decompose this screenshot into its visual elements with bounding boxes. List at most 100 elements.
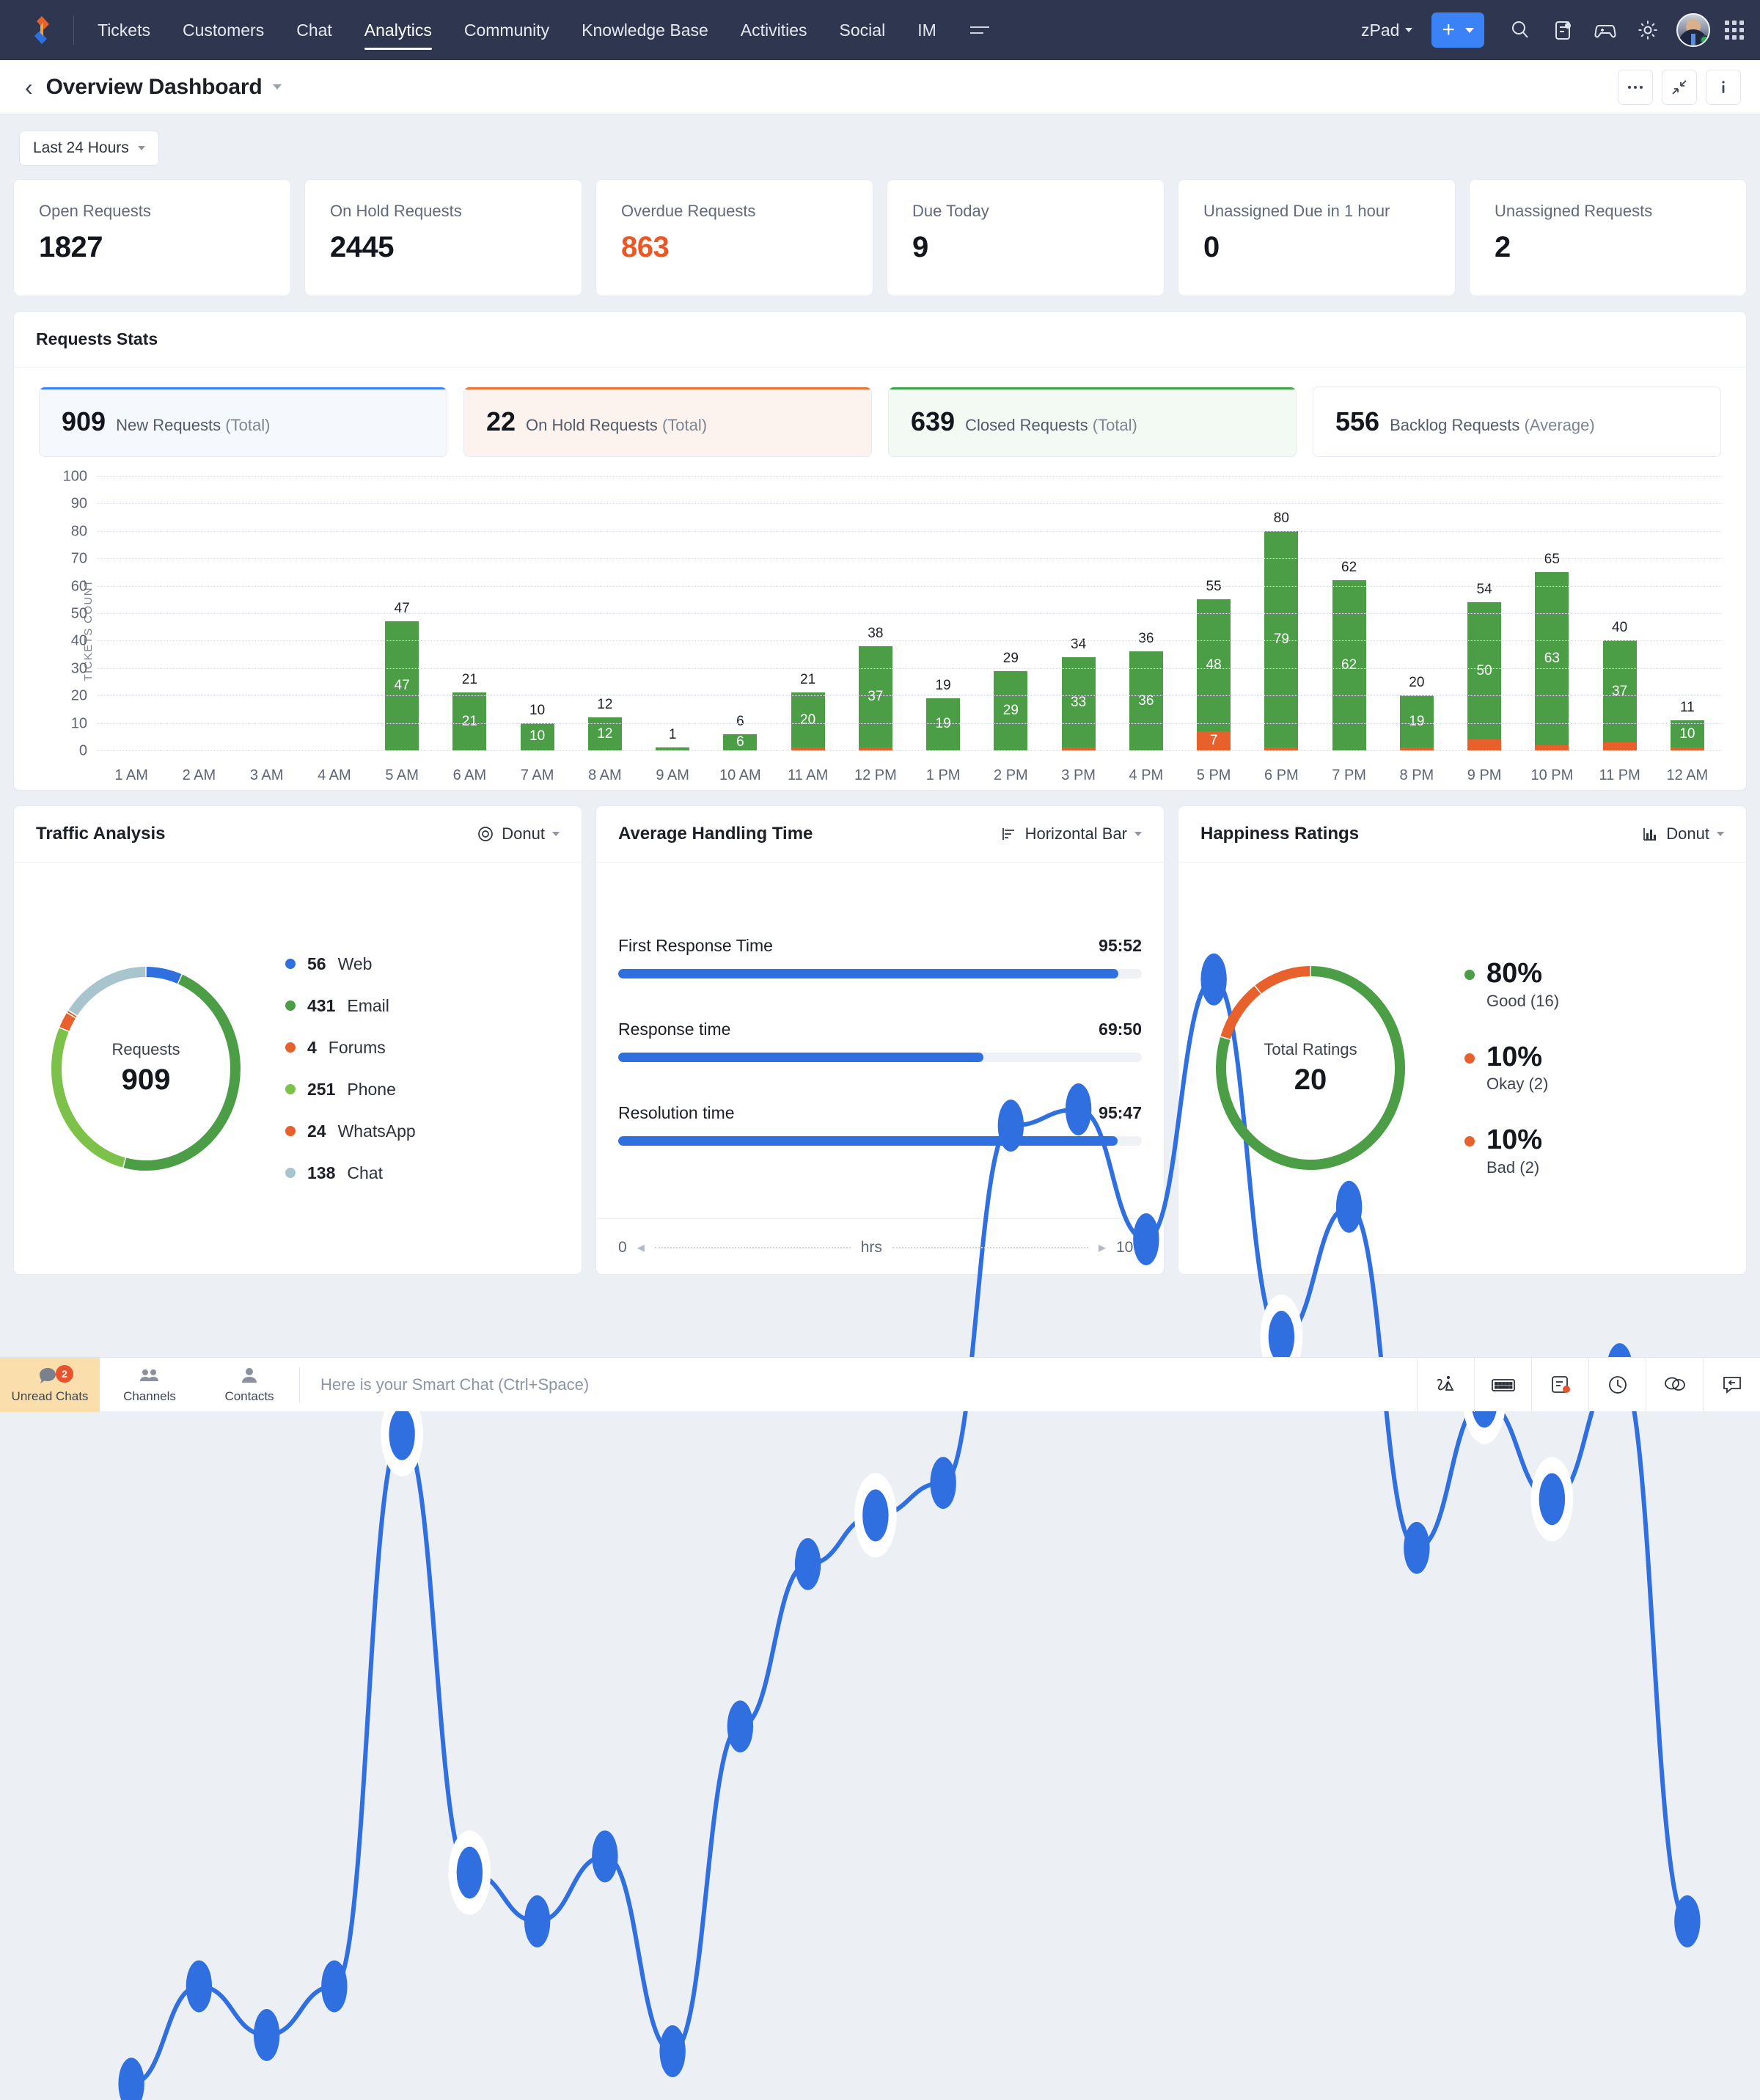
footer-tab-unread-chats[interactable]: 2 Unread Chats	[0, 1358, 100, 1412]
chat-icon[interactable]	[1646, 1358, 1703, 1412]
kpi-card-overdue-requests[interactable]: Overdue Requests 863	[595, 179, 873, 296]
legend-item[interactable]: 251Phone	[285, 1080, 416, 1100]
chart-bar[interactable]: 48755	[1197, 599, 1231, 750]
info-button[interactable]	[1706, 70, 1741, 105]
legend-color-dot	[285, 959, 296, 969]
avatar[interactable]	[1676, 13, 1710, 47]
notes-alert-icon[interactable]	[1531, 1358, 1588, 1412]
chart-line-point[interactable]	[1674, 1895, 1700, 1947]
kpi-card-on-hold-requests[interactable]: On Hold Requests 2445	[304, 179, 582, 296]
chart-line-point[interactable]	[727, 1700, 753, 1752]
kpi-card-unassigned-due-1-hour[interactable]: Unassigned Due in 1 hour 0	[1178, 179, 1456, 296]
chart-bar[interactable]: 2929	[994, 671, 1027, 750]
chart-line-point[interactable]	[1404, 1522, 1429, 1574]
happiness-donut-chart[interactable]: Total Ratings 20	[1208, 965, 1413, 1171]
rating-legend-item[interactable]: 10%Okay (2)	[1464, 1043, 1559, 1094]
chart-line-point[interactable]	[1539, 1473, 1565, 1525]
handling-row-response-time[interactable]: Response time 69:50	[618, 999, 1142, 1083]
chart-line-point[interactable]	[389, 1408, 414, 1460]
chevron-down-icon	[1134, 832, 1142, 836]
legend-item[interactable]: 24WhatsApp	[285, 1122, 416, 1141]
chart-point-halo	[1531, 1457, 1574, 1541]
chart-bar[interactable]: 3636	[1129, 651, 1163, 750]
notes-icon[interactable]	[1541, 9, 1584, 51]
handling-row-resolution-time[interactable]: Resolution time 95:47	[618, 1083, 1142, 1166]
chevron-down-icon	[1405, 28, 1412, 32]
stat-tab-backlog-requests[interactable]: 556 Backlog Requests (Average)	[1313, 387, 1721, 457]
legend-item[interactable]: 4Forums	[285, 1038, 416, 1058]
chart-line-point[interactable]	[1269, 1311, 1294, 1363]
chart-line-point[interactable]	[254, 2009, 279, 2061]
chart-line-point[interactable]	[524, 1895, 550, 1947]
more-options-button[interactable]	[1618, 70, 1653, 105]
stat-tab-new-requests[interactable]: 909 New Requests (Total)	[39, 387, 447, 457]
clock-icon[interactable]	[1588, 1358, 1646, 1412]
nav-item-activities[interactable]: Activities	[725, 0, 824, 60]
chart-line-point[interactable]	[457, 1847, 483, 1899]
nav-item-im[interactable]: IM	[901, 0, 953, 60]
chart-bar[interactable]: 6262	[1332, 580, 1366, 750]
time-range-filter[interactable]: Last 24 Hours	[19, 131, 159, 166]
nav-item-community[interactable]: Community	[448, 0, 565, 60]
chart-bar[interactable]: 1010	[521, 723, 554, 750]
chart-bar[interactable]: 2121	[452, 692, 486, 750]
chart-bar[interactable]: 1919	[926, 698, 960, 750]
smart-chat-input[interactable]: Here is your Smart Chat (Ctrl+Space)	[300, 1375, 1417, 1394]
org-switcher[interactable]: zPad	[1361, 21, 1412, 40]
chart-line-point[interactable]	[186, 1961, 212, 2013]
kpi-card-open-requests[interactable]: Open Requests 1827	[13, 179, 291, 296]
handling-row-label: First Response Time	[618, 936, 773, 956]
chart-bar[interactable]: 3738	[859, 646, 892, 750]
chart-bar[interactable]: 1011	[1671, 720, 1704, 750]
add-new-button[interactable]: +	[1431, 12, 1484, 48]
collapse-button[interactable]	[1662, 70, 1697, 105]
nav-item-tickets[interactable]: Tickets	[81, 0, 166, 60]
legend-item[interactable]: 56Web	[285, 954, 416, 974]
traffic-chart-type-selector[interactable]: Donut	[477, 824, 560, 844]
chevron-down-icon[interactable]	[273, 84, 282, 89]
chart-line-point[interactable]	[659, 2025, 685, 2077]
rating-legend-item[interactable]: 80%Good (16)	[1464, 959, 1559, 1011]
nav-item-analytics[interactable]: Analytics	[348, 0, 448, 60]
chart-line-point[interactable]	[592, 1830, 617, 1882]
rating-legend-item[interactable]: 10%Bad (2)	[1464, 1126, 1559, 1177]
chevron-left-icon[interactable]: ‹	[19, 76, 46, 99]
kpi-label: Unassigned Requests	[1495, 202, 1721, 221]
kpi-card-unassigned-requests[interactable]: Unassigned Requests 2	[1469, 179, 1747, 296]
chart-line-point[interactable]	[862, 1490, 888, 1542]
chart-line-point[interactable]	[321, 1961, 347, 2013]
legend-item[interactable]: 138Chat	[285, 1163, 416, 1183]
footer-tab-channels[interactable]: Channels	[100, 1358, 199, 1412]
nav-item-customers[interactable]: Customers	[166, 0, 280, 60]
chart-bar[interactable]: 3334	[1062, 657, 1096, 750]
gear-icon[interactable]	[1627, 9, 1669, 51]
reply-icon[interactable]	[1703, 1358, 1760, 1412]
nav-item-knowledge-base[interactable]: Knowledge Base	[565, 0, 725, 60]
kpi-card-due-today[interactable]: Due Today 9	[887, 179, 1165, 296]
chart-line-point[interactable]	[118, 2057, 144, 2100]
chart-bar-value-label: 47	[395, 678, 410, 694]
stat-tab-on-hold-requests[interactable]: 22 On Hold Requests (Total)	[463, 387, 872, 457]
traffic-donut-chart[interactable]: Requests 909	[43, 966, 249, 1171]
menu-collapse-icon[interactable]	[970, 26, 989, 34]
keyboard-icon[interactable]	[1474, 1358, 1531, 1412]
chart-line-point[interactable]	[795, 1538, 821, 1590]
search-icon[interactable]	[1499, 9, 1541, 51]
nav-item-chat[interactable]: Chat	[280, 0, 348, 60]
chart-bar[interactable]: 2021	[791, 692, 825, 750]
signature-icon[interactable]	[1417, 1358, 1474, 1412]
chart-bar[interactable]: 66	[723, 734, 757, 750]
apps-grid-icon[interactable]	[1725, 21, 1744, 40]
zoho-desk-logo-icon[interactable]	[25, 13, 59, 47]
handling-chart-type-selector[interactable]: Horizontal Bar	[1000, 824, 1142, 844]
handling-row-first-response-time[interactable]: First Response Time 95:52	[618, 915, 1142, 999]
legend-item[interactable]: 431Email	[285, 996, 416, 1016]
nav-item-social[interactable]: Social	[824, 0, 902, 60]
footer-tab-contacts[interactable]: Contacts	[199, 1358, 299, 1412]
stat-tab-closed-requests[interactable]: 639 Closed Requests (Total)	[888, 387, 1297, 457]
happiness-chart-type-selector[interactable]: Donut	[1641, 824, 1724, 844]
chart-line-point[interactable]	[930, 1457, 956, 1509]
chart-bar[interactable]: 5054	[1467, 602, 1501, 750]
handling-row-fill	[618, 1053, 983, 1062]
gamepad-icon[interactable]	[1584, 9, 1627, 51]
